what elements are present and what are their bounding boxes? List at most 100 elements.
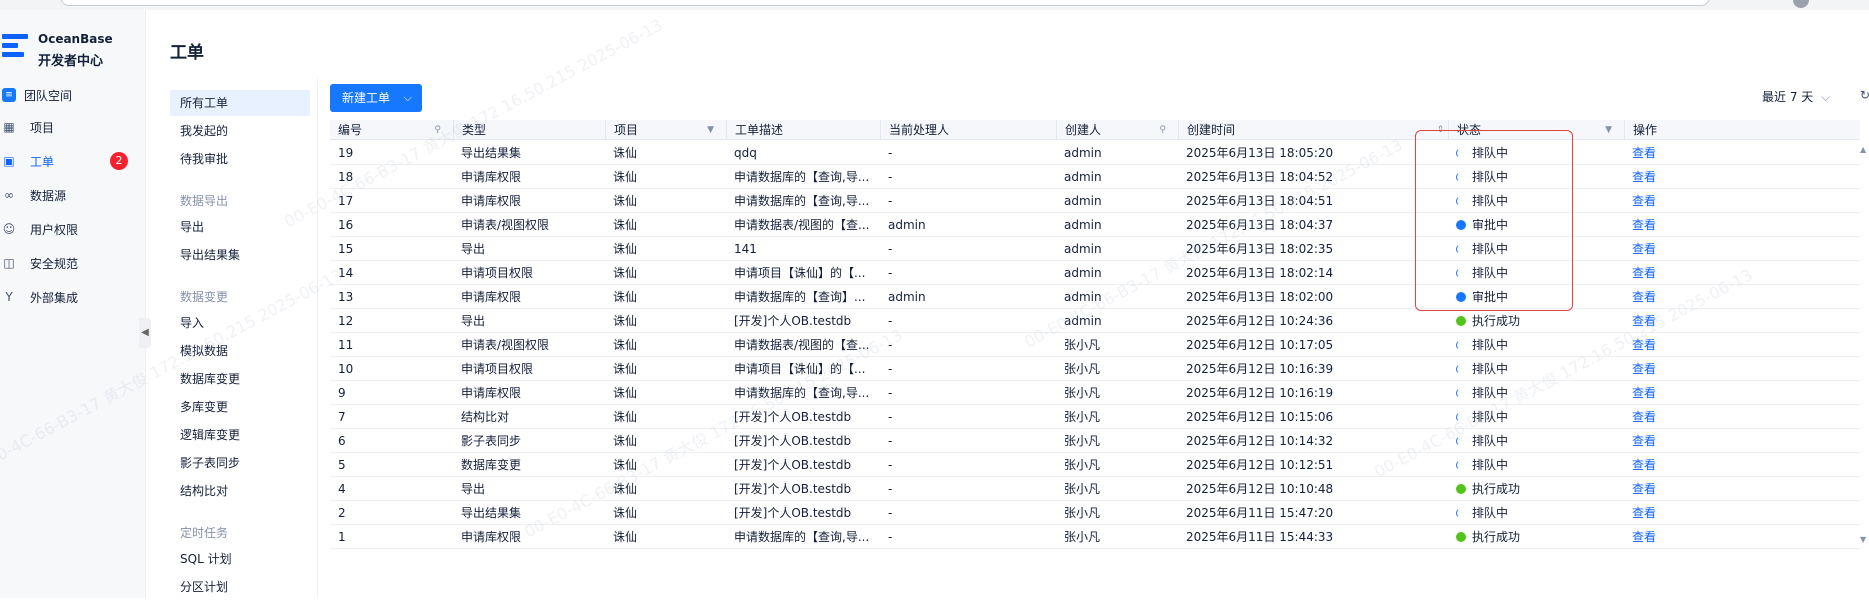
view-link[interactable]: 查看 [1624,141,1860,165]
col-header-label: 当前处理人 [889,123,950,137]
table-row[interactable]: 2 导出结果集 诛仙 [开发]个人OB.testdb - 张小凡 2025年6月11日 15… [330,501,1860,525]
cell-creator: 张小凡 [1064,362,1101,376]
ticket-icon: ▣ [3,154,15,168]
cell-id: 18 [338,170,354,184]
view-link[interactable]: 查看 [1624,525,1860,549]
table-row[interactable]: 5 数据库变更 诛仙 [开发]个人OB.testdb - 张小凡 2025年6月12日 10… [330,453,1860,477]
table-row[interactable]: 15 导出 诛仙 141 - admin 2025年6月13日 18:02:35 排队中 查看 [330,237,1860,261]
submenu-partition-plan[interactable]: 分区计划 [170,574,310,600]
view-link[interactable]: 查看 [1624,285,1860,309]
cell-id: 7 [338,410,346,424]
time-range-select[interactable]: 最近 7 天 ⌵ [1762,88,1830,105]
table-row[interactable]: 14 申请项目权限 诛仙 申请项目【诛仙】的【... - admin 2025年6月13日 … [330,261,1860,285]
view-link[interactable]: 查看 [1624,309,1860,333]
view-link[interactable]: 查看 [1624,477,1860,501]
cell-handler: - [888,386,893,400]
view-link[interactable]: 查看 [1624,501,1860,525]
search-icon[interactable]: ⚲ [1159,120,1166,140]
submenu-mock-data[interactable]: 模拟数据 [170,338,310,364]
view-link[interactable]: 查看 [1624,213,1860,237]
refresh-icon[interactable]: ↻ [1860,88,1869,102]
submenu-structure-compare[interactable]: 结构比对 [170,478,310,504]
collapse-nav-button[interactable]: ◀ [139,318,151,348]
table-row[interactable]: 12 导出 诛仙 [开发]个人OB.testdb - admin 2025年6月12日 10… [330,309,1860,333]
nav-item-integrations[interactable]: Y 外部集成 [0,286,140,308]
col-header-label: 状态 [1457,123,1482,137]
view-link[interactable]: 查看 [1624,429,1860,453]
cell-project: 诛仙 [613,218,638,232]
grid-icon: ▦ [3,120,15,134]
filter-icon[interactable]: ▼ [707,120,714,140]
submenu-db-change[interactable]: 数据库变更 [170,366,310,392]
view-link[interactable]: 查看 [1624,405,1860,429]
submenu-sql-plan[interactable]: SQL 计划 [170,546,310,572]
browser-avatar[interactable] [1793,0,1809,8]
table-row[interactable]: 16 申请表/视图权限 诛仙 申请数据表/视图的【查... admin admin 2025… [330,213,1860,237]
submenu-export-resultset[interactable]: 导出结果集 [170,242,310,268]
cell-desc: 申请数据库的【查询,导... [734,194,870,208]
table-row[interactable]: 7 结构比对 诛仙 [开发]个人OB.testdb - 张小凡 2025年6月12日 10:… [330,405,1860,429]
table-row[interactable]: 4 导出 诛仙 [开发]个人OB.testdb - 张小凡 2025年6月12日 10:10… [330,477,1860,501]
table-row[interactable]: 9 申请库权限 诛仙 申请数据库的【查询,导... - 张小凡 2025年6月12日 10:… [330,381,1860,405]
submenu-pending-approval[interactable]: 待我审批 [170,146,310,172]
new-ticket-label: 新建工单 [342,91,391,105]
table-row[interactable]: 13 申请库权限 诛仙 申请数据库的【查询】... admin admin 2025年6月1… [330,285,1860,309]
nav-item-tickets[interactable]: ▣ 工单 2 [0,150,140,172]
scroll-down-icon[interactable]: ▼ [1860,535,1866,544]
table-row[interactable]: 11 申请表/视图权限 诛仙 申请数据表/视图的【查... - 张小凡 2025年6月12日… [330,333,1860,357]
col-id: 编号 ⚲ [330,120,453,140]
brand-logo[interactable]: OceanBase 开发者中心 [0,28,140,69]
cell-time: 2025年6月13日 18:02:14 [1186,266,1334,280]
cell-project: 诛仙 [613,314,638,328]
submenu-all-tickets[interactable]: 所有工单 [170,90,310,116]
view-link[interactable]: 查看 [1624,357,1860,381]
cell-desc: [开发]个人OB.testdb [734,482,852,496]
table-scrollbar[interactable]: ▲ ▼ [1860,145,1869,545]
submenu-import[interactable]: 导入 [170,310,310,336]
scroll-up-icon[interactable]: ▲ [1860,145,1866,154]
table-row[interactable]: 17 申请库权限 诛仙 申请数据库的【查询,导... - admin 2025年6月13日 … [330,189,1860,213]
new-ticket-button[interactable]: 新建工单 ⌵ [330,84,422,112]
nav-item-datasources[interactable]: ∞ 数据源 [0,184,140,206]
table-row[interactable]: 6 影子表同步 诛仙 [开发]个人OB.testdb - 张小凡 2025年6月12日 10… [330,429,1860,453]
search-icon[interactable]: ⚲ [434,120,441,140]
cell-desc: [开发]个人OB.testdb [734,410,852,424]
nav-item-security-rules[interactable]: ◫ 安全规范 [0,252,140,274]
brand-name: OceanBase [38,32,113,46]
nav-item-projects[interactable]: ▦ 项目 [0,116,140,138]
view-link[interactable]: 查看 [1624,333,1860,357]
team-space-switch[interactable]: ≡ 团队空间 [0,86,72,104]
loading-icon [1456,508,1466,518]
submenu-shadow-table-sync[interactable]: 影子表同步 [170,450,310,476]
cell-type: 结构比对 [461,410,510,424]
table-row[interactable]: 1 申请库权限 诛仙 申请数据库的【查询,导... - 张小凡 2025年6月11日 15:… [330,525,1860,549]
cell-desc: [开发]个人OB.testdb [734,506,852,520]
submenu-logical-db-change[interactable]: 逻辑库变更 [170,422,310,448]
cell-creator: 张小凡 [1064,482,1101,496]
cell-handler: - [888,506,893,520]
cell-status: 排队中 [1448,429,1624,453]
sort-icon[interactable]: ⇕ [1436,120,1444,140]
submenu-initiated[interactable]: 我发起的 [170,118,310,144]
view-link[interactable]: 查看 [1624,261,1860,285]
nav-item-label: 安全规范 [30,256,79,271]
left-nav: OceanBase 开发者中心 ≡ 团队空间 ▦ 项目 ▣ 工单 2 ∞ 数据源… [0,10,146,598]
view-link[interactable]: 查看 [1624,165,1860,189]
cell-id: 2 [338,506,346,520]
status-text: 审批中 [1472,290,1509,304]
cell-creator: admin [1064,314,1102,328]
nav-item-user-permissions[interactable]: ☺ 用户权限 [0,218,140,240]
table-row[interactable]: 18 申请库权限 诛仙 申请数据库的【查询,导... - admin 2025年6月13日 … [330,165,1860,189]
view-link[interactable]: 查看 [1624,189,1860,213]
filter-icon[interactable]: ▼ [1605,120,1612,140]
submenu-export[interactable]: 导出 [170,214,310,240]
view-link[interactable]: 查看 [1624,453,1860,477]
table-row[interactable]: 10 申请项目权限 诛仙 申请项目【诛仙】的【... - 张小凡 2025年6月12日 10… [330,357,1860,381]
status-text: 排队中 [1472,170,1509,184]
submenu-multi-db-change[interactable]: 多库变更 [170,394,310,420]
chevron-down-icon: ⌵ [1821,90,1831,104]
cell-handler: - [888,266,893,280]
view-link[interactable]: 查看 [1624,381,1860,405]
table-row[interactable]: 19 导出结果集 诛仙 qdq - admin 2025年6月13日 18:05:20 排队中… [330,141,1860,165]
view-link[interactable]: 查看 [1624,237,1860,261]
